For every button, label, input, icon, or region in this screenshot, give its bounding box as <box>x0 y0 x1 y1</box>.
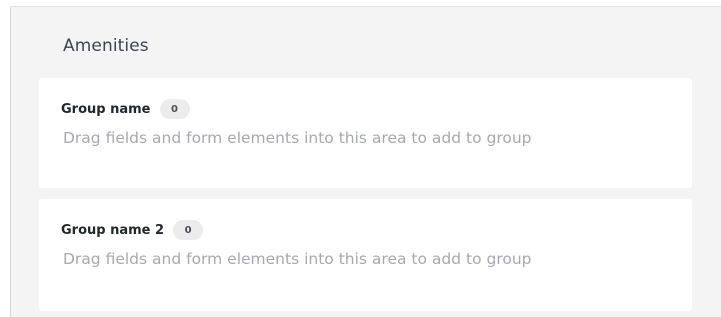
group-drop-zone-2[interactable]: Group name 2 0 Drag fields and form elem… <box>39 199 692 311</box>
group-header: Group name 0 <box>61 99 190 119</box>
field-count-badge: 0 <box>159 99 190 119</box>
drop-hint: Drag fields and form elements into this … <box>63 129 532 147</box>
group-drop-zone[interactable]: Group name 0 Drag fields and form elemen… <box>39 78 692 188</box>
section-title: Amenities <box>63 36 149 56</box>
drop-hint: Drag fields and form elements into this … <box>63 250 532 268</box>
field-count-badge: 0 <box>173 220 204 240</box>
amenities-section: Amenities Group name 0 Drag fields and f… <box>10 6 721 317</box>
group-name[interactable]: Group name 2 <box>61 223 164 238</box>
group-name[interactable]: Group name <box>61 102 151 117</box>
group-header: Group name 2 0 <box>61 220 204 240</box>
